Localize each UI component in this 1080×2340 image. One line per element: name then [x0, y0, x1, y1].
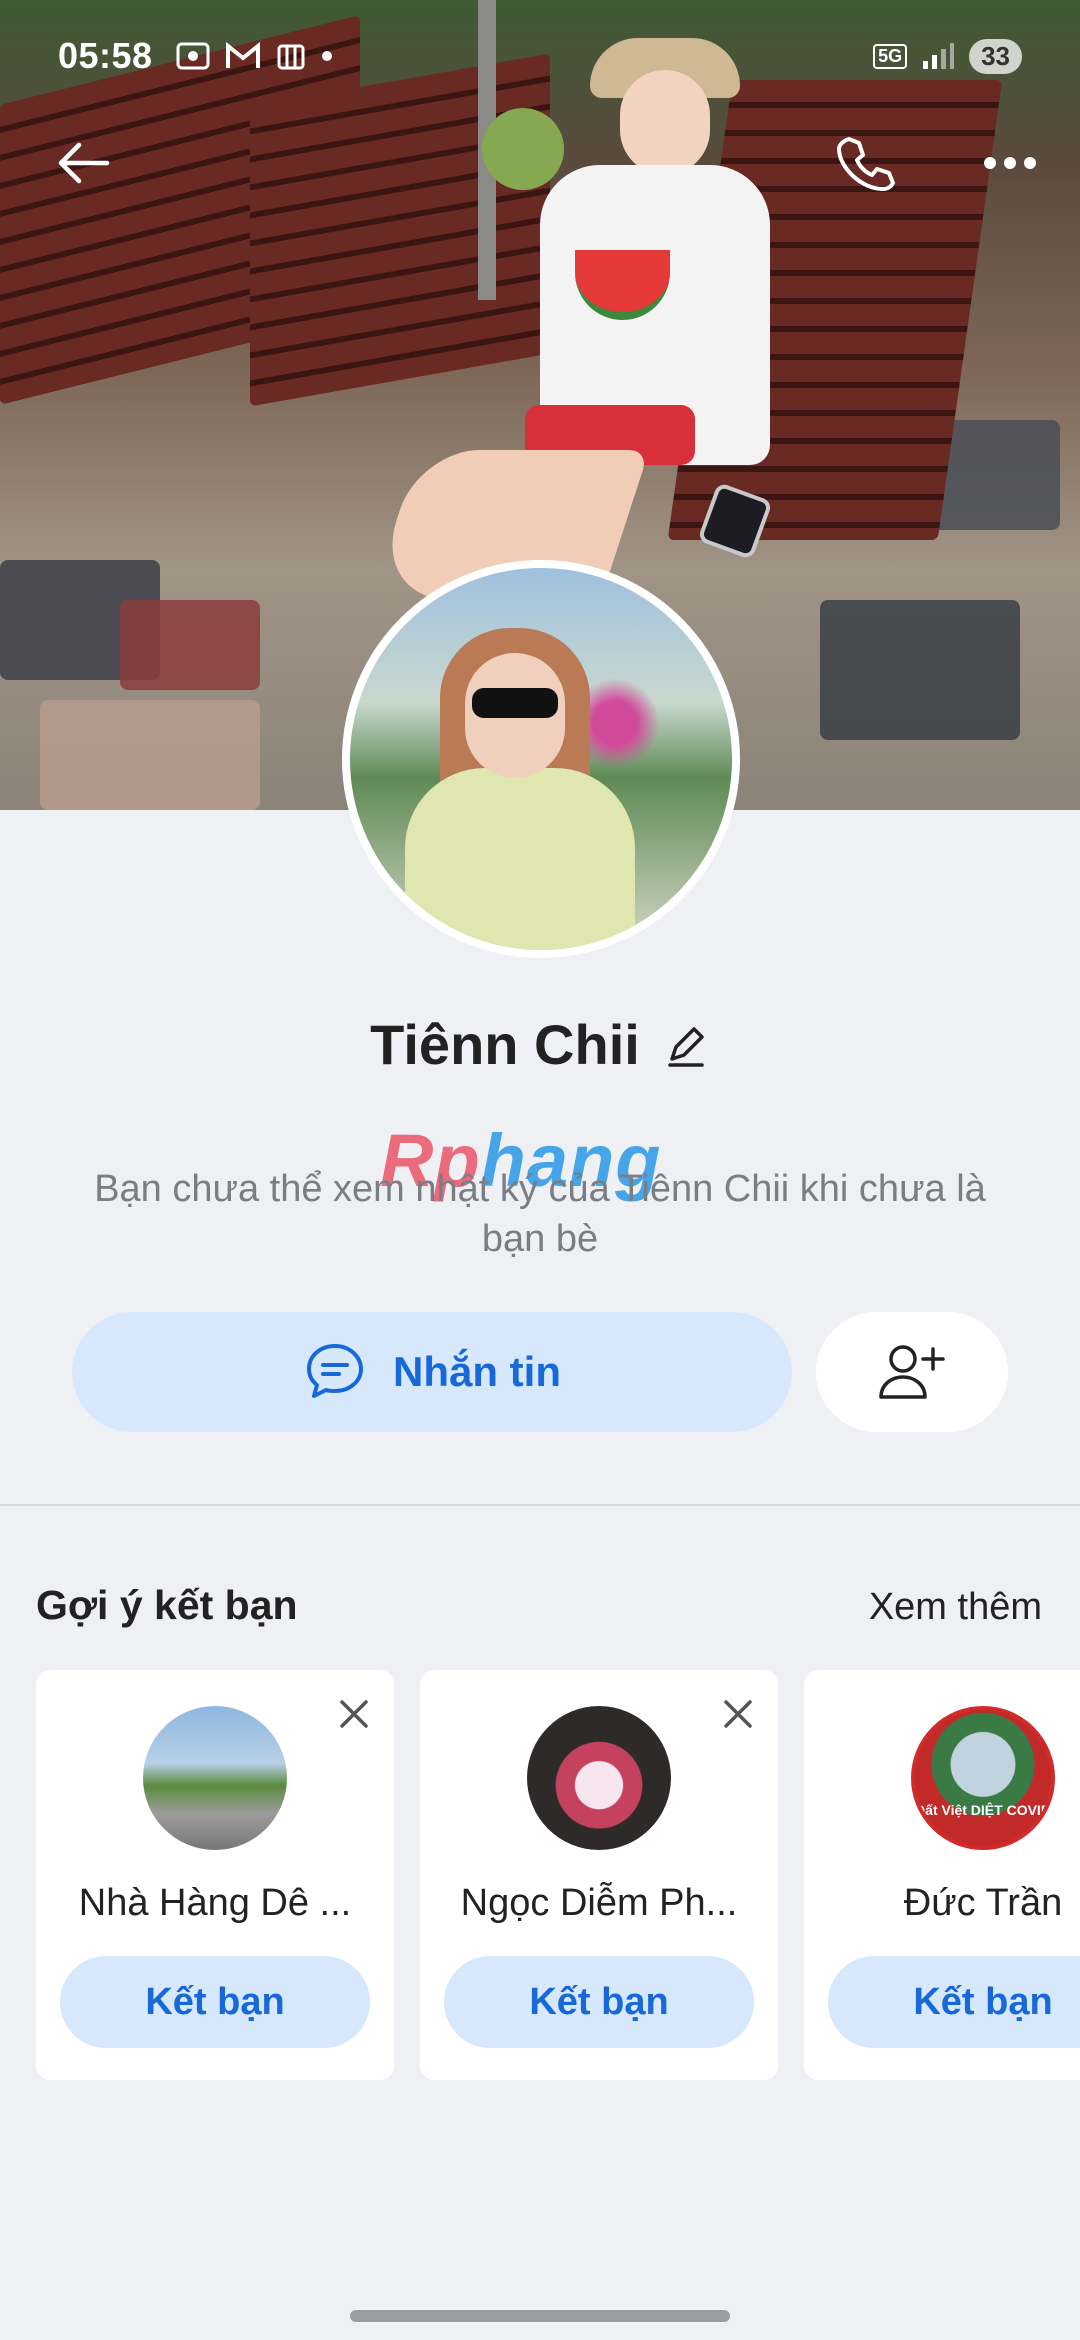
suggestion-name[interactable]: Nhà Hàng Dê ...: [36, 1882, 394, 1925]
profile-avatar[interactable]: [342, 560, 740, 958]
gmail-icon: [225, 41, 260, 68]
battery-indicator: 33: [969, 38, 1022, 74]
add-user-icon: [879, 1345, 945, 1399]
cover-stone: [40, 700, 260, 810]
privacy-notice: Bạn chưa thể xem nhật ký của Tiênn Chii …: [94, 1168, 986, 1260]
suggestion-name[interactable]: Ngọc Diễm Ph...: [420, 1882, 778, 1925]
cover-coconut: [482, 108, 564, 190]
chat-bubble-icon: [307, 1344, 363, 1398]
cover-head: [620, 70, 710, 175]
avatar-jacket: [405, 768, 635, 950]
close-icon: [724, 1700, 752, 1728]
network-badge: 5G: [873, 43, 908, 69]
suggestion-cards[interactable]: Nhà Hàng Dê ... Kết bạn Ngọc Diễm Ph... …: [36, 1670, 1080, 2080]
add-friend-button[interactable]: [816, 1312, 1008, 1432]
message-button-label: Nhắn tin: [393, 1348, 561, 1395]
profile-name-row: Tiênn Chii: [0, 1012, 1080, 1077]
status-right: 5G 33: [873, 38, 1022, 74]
arrow-left-icon: [58, 142, 110, 184]
suggestion-avatar[interactable]: [143, 1706, 287, 1850]
screenshot-icon: [176, 42, 210, 70]
edit-name-button[interactable]: [662, 1021, 710, 1069]
status-notification-icons: [175, 40, 333, 72]
close-icon: [340, 1700, 368, 1728]
dot-icon: [321, 51, 332, 61]
message-button[interactable]: Nhắn tin: [72, 1312, 792, 1432]
call-button[interactable]: [820, 118, 910, 208]
section-divider: [0, 1504, 1080, 1506]
pencil-icon: [668, 1026, 704, 1067]
cover-stone: [120, 600, 260, 690]
suggestion-avatar[interactable]: [527, 1706, 671, 1850]
add-friend-suggestion-button[interactable]: Kết bạn: [60, 1956, 370, 2048]
status-time: 05:58: [58, 35, 153, 76]
profile-name: Tiênn Chii: [370, 1013, 640, 1076]
shop-icon: [277, 44, 305, 70]
see-more-link[interactable]: Xem thêm: [869, 1586, 1042, 1629]
suggestion-card[interactable]: Đất Việt DIỆT COVID Đức Trần Kết bạn: [804, 1670, 1080, 2080]
cover-stone: [820, 600, 1020, 740]
status-bar: 05:58 5G 33: [58, 28, 1022, 84]
back-button[interactable]: [38, 118, 128, 208]
cover-bench: [250, 53, 550, 407]
phone-icon: [837, 137, 895, 191]
dismiss-button[interactable]: [718, 1694, 758, 1734]
home-indicator[interactable]: [350, 2310, 730, 2322]
suggestion-name[interactable]: Đức Trần: [804, 1882, 1080, 1925]
add-friend-suggestion-button[interactable]: Kết bạn: [444, 1956, 754, 2048]
more-options-button[interactable]: [965, 118, 1055, 208]
avatar-sunglasses: [472, 688, 558, 718]
battery-level: 33: [981, 40, 1010, 71]
suggestion-card[interactable]: Nhà Hàng Dê ... Kết bạn: [36, 1670, 394, 2080]
add-friend-suggestion-button[interactable]: Kết bạn: [828, 1956, 1080, 2048]
suggestions-title: Gợi ý kết bạn: [36, 1582, 298, 1628]
dismiss-button[interactable]: [334, 1694, 374, 1734]
suggestion-avatar[interactable]: Đất Việt DIỆT COVID: [911, 1706, 1055, 1850]
more-horizontal-icon: [984, 157, 1036, 169]
suggestion-card[interactable]: Ngọc Diễm Ph... Kết bạn: [420, 1670, 778, 2080]
signal-icon: [923, 43, 955, 69]
avatar-frame-text: Đất Việt DIỆT COVID: [915, 1802, 1051, 1818]
